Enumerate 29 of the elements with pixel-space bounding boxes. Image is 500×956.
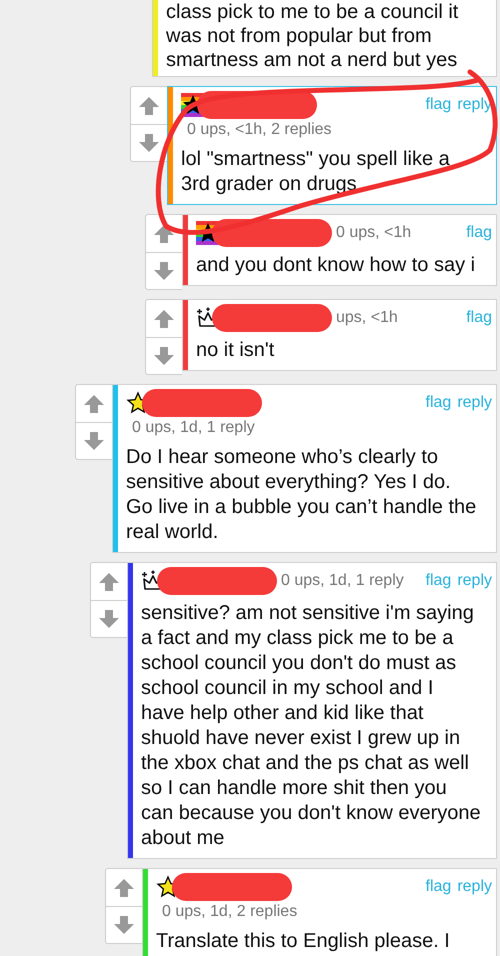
comment-meta: 0 ups, <1h, 2 replies	[186, 120, 333, 140]
comment-link[interactable]: flag	[466, 224, 492, 242]
comment-text: Do I hear someone who’s clearly to sensitive about everything? Yes I do. Go live in a bubble you can’t handle the real world.	[126, 445, 478, 545]
comment-text: Translate this to English please. I	[156, 929, 451, 954]
down-arrow-icon	[82, 429, 106, 453]
comment-link[interactable]: flag	[426, 96, 452, 114]
comment-text: lol "smartness" you spell like a 3rd grader on drugs	[181, 147, 451, 197]
comment-meta: 0 ups, 1d, 2 replies	[161, 902, 298, 922]
down-arrow-icon	[112, 913, 136, 937]
comment-link[interactable]: reply	[457, 96, 492, 114]
comment-meta: ups, <1h	[336, 309, 398, 327]
comment-text: and you dont know how to say i	[196, 253, 476, 278]
down-arrow-icon	[152, 344, 176, 368]
comment-link[interactable]: flag	[426, 572, 452, 590]
comment-text: sensitive? am not sensitive i'm saying a fact and my class pick me to be a school council you don't do must as school council in my school and I have help other and kid like that shuold have never exist I grew up in the xbox chat and the ps chat as well so I can handle more shit then you can because you don't know everyone about me	[141, 601, 482, 851]
down-arrow-icon	[152, 259, 176, 283]
comment-meta: 0 ups, 1d, 1 reply	[131, 418, 256, 438]
comment-link[interactable]: flag	[466, 309, 492, 327]
comment-meta: 0 ups, <1h	[336, 224, 412, 242]
comment-link[interactable]: reply	[457, 572, 492, 590]
comment-text: class pick to me to be a council it was not from popular but from smartness am not a nerd but yes	[166, 0, 460, 72]
comment-link[interactable]: flag	[426, 394, 452, 412]
comment-link[interactable]: reply	[457, 394, 492, 412]
down-arrow-icon	[137, 131, 161, 155]
down-arrow-icon	[97, 607, 121, 631]
comment-link[interactable]: reply	[457, 878, 492, 896]
comment-link[interactable]: flag	[426, 878, 452, 896]
comment-text: no it isn't	[196, 338, 276, 363]
comment-meta: 0 ups, 1d, 1 reply	[281, 572, 404, 590]
